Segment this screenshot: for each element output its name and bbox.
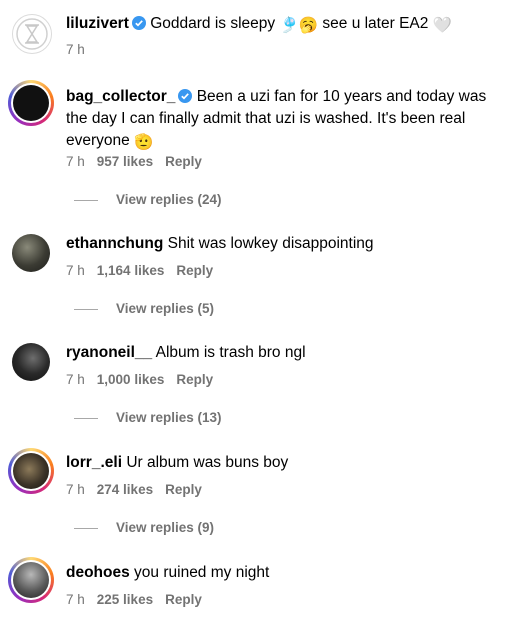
- comment-body: Ur album was buns boy: [126, 454, 289, 471]
- reply-button[interactable]: Reply: [176, 263, 213, 278]
- saluting-face-emoji: 🫡: [134, 134, 154, 151]
- view-replies-button[interactable]: View replies (24): [74, 192, 222, 207]
- view-replies-button[interactable]: View replies (9): [74, 520, 214, 535]
- likes-count[interactable]: 1,000 likes: [97, 372, 165, 387]
- username[interactable]: bag_collector_: [66, 88, 175, 105]
- reply-button[interactable]: Reply: [176, 372, 213, 387]
- timestamp: 7 h: [66, 482, 85, 497]
- timestamp: 7 h: [66, 592, 85, 607]
- username[interactable]: lorr_.eli: [66, 454, 122, 471]
- view-replies-label: View replies (9): [116, 520, 215, 535]
- likes-count[interactable]: 957 likes: [97, 154, 153, 169]
- avatar-image: [13, 562, 49, 598]
- username[interactable]: ethannchung: [66, 235, 163, 252]
- comment-body-end: see u later EA2: [322, 15, 429, 32]
- comment-meta: 7 h: [66, 42, 85, 57]
- avatar-story-ring[interactable]: [8, 80, 54, 126]
- timestamp: 7 h: [66, 263, 85, 278]
- white-heart-emoji: 🤍: [432, 17, 452, 34]
- avatar-image: [12, 14, 52, 54]
- avatar[interactable]: [8, 10, 54, 56]
- avatar-story-ring[interactable]: [8, 448, 54, 494]
- yawning-face-emoji: 🥱: [298, 17, 319, 34]
- reply-button[interactable]: Reply: [165, 482, 202, 497]
- view-replies-label: View replies (13): [116, 410, 222, 425]
- verified-badge-icon: [178, 88, 193, 103]
- username[interactable]: liluzivert: [66, 15, 129, 32]
- comment-meta: 7 h 1,000 likes Reply: [66, 372, 213, 387]
- timestamp: 7 h: [66, 372, 85, 387]
- comment-text: lorr_.eli Ur album was buns boy: [66, 452, 498, 474]
- timestamp: 7 h: [66, 154, 85, 169]
- avatar[interactable]: [8, 339, 54, 385]
- avatar[interactable]: [8, 230, 54, 276]
- likes-count[interactable]: 225 likes: [97, 592, 153, 607]
- view-replies-button[interactable]: View replies (13): [74, 410, 222, 425]
- avatar-image: [12, 343, 50, 381]
- likes-count[interactable]: 274 likes: [97, 482, 153, 497]
- comment-text: ryanoneil__ Album is trash bro ngl: [66, 342, 498, 364]
- comment-text: deohoes you ruined my night: [66, 562, 498, 584]
- divider: [74, 199, 98, 201]
- avatar-story-ring[interactable]: [8, 557, 54, 603]
- divider: [74, 308, 98, 310]
- likes-count[interactable]: 1,164 likes: [97, 263, 165, 278]
- verified-badge-icon: [131, 15, 146, 30]
- view-replies-button[interactable]: View replies (5): [74, 301, 214, 316]
- comment-text: ethannchung Shit was lowkey disappointin…: [66, 233, 498, 255]
- comment-meta: 7 h 225 likes Reply: [66, 592, 202, 607]
- view-replies-label: View replies (24): [116, 192, 222, 207]
- view-replies-label: View replies (5): [116, 301, 215, 316]
- avatar-image: [12, 234, 50, 272]
- comment-body: Shit was lowkey disappointing: [167, 235, 374, 252]
- comment-text: liluzivert Goddard is sleepy 🎐🥱 see u la…: [66, 13, 498, 37]
- comment-text: bag_collector_ Been a uzi fan for 10 yea…: [66, 86, 498, 154]
- comment-body: Goddard is sleepy: [150, 15, 276, 32]
- wind-chime-emoji: 🎐: [279, 17, 299, 34]
- timestamp: 7 h: [66, 42, 85, 57]
- comment-body: you ruined my night: [134, 564, 270, 581]
- comment-meta: 7 h 957 likes Reply: [66, 154, 202, 169]
- username[interactable]: ryanoneil__: [66, 344, 152, 361]
- reply-button[interactable]: Reply: [165, 592, 202, 607]
- comment-body: Album is trash bro ngl: [155, 344, 306, 361]
- username[interactable]: deohoes: [66, 564, 130, 581]
- divider: [74, 417, 98, 419]
- reply-button[interactable]: Reply: [165, 154, 202, 169]
- avatar-image: [13, 453, 49, 489]
- divider: [74, 527, 98, 529]
- comment-meta: 7 h 274 likes Reply: [66, 482, 202, 497]
- avatar-image: [13, 85, 49, 121]
- comment-meta: 7 h 1,164 likes Reply: [66, 263, 213, 278]
